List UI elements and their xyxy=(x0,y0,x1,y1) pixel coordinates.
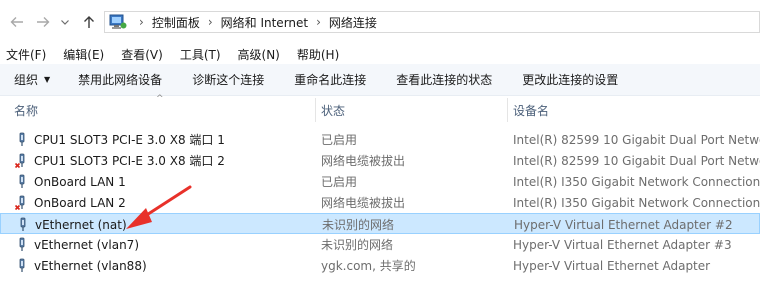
menu-file[interactable]: 文件(F) xyxy=(6,46,46,63)
connection-row[interactable]: vEthernet (vlan88) ygk.com, 共享的 Hyper-V Vi… xyxy=(0,255,760,276)
connection-device-name: Hyper-V Virtual Ethernet Adapter xyxy=(513,258,711,273)
connection-device-name: Hyper-V Virtual Ethernet Adapter #2 xyxy=(514,217,733,232)
connection-status: 已启用 xyxy=(321,133,358,147)
connection-list: CPU1 SLOT3 PCI-E 3.0 X8 端口 1 已启用 Intel(R) … xyxy=(0,129,760,276)
address-bar[interactable]: › 控制面板 › 网络和 Internet › 网络连接 xyxy=(104,11,760,33)
connection-device-name: Intel(R) 82599 10 Gigabit Dual Port Netw… xyxy=(513,153,760,168)
up-arrow-icon[interactable] xyxy=(78,11,100,33)
rename-connection-button[interactable]: 重命名此连接 xyxy=(294,71,366,88)
organize-label: 组织 xyxy=(14,73,39,87)
connection-status: 网络电缆被拔出 xyxy=(321,196,406,210)
network-adapter-icon xyxy=(14,132,30,148)
connection-device-name: Hyper-V Virtual Ethernet Adapter #3 xyxy=(513,237,732,252)
network-adapter-icon xyxy=(14,237,30,253)
connection-name: vEthernet (vlan88) xyxy=(34,258,147,273)
sort-ascending-icon: ^ xyxy=(156,94,164,104)
connection-name-cell: vEthernet (nat) xyxy=(15,214,315,235)
breadcrumb-network-internet[interactable]: 网络和 Internet xyxy=(221,14,308,31)
connection-device-name: Intel(R) I350 Gigabit Network Connection xyxy=(513,195,760,210)
menu-view[interactable]: 查看(V) xyxy=(121,46,163,63)
diagnose-connection-button[interactable]: 诊断这个连接 xyxy=(192,71,264,88)
connection-name: OnBoard LAN 2 xyxy=(34,195,126,210)
breadcrumb-control-panel[interactable]: 控制面板 xyxy=(152,14,200,31)
menu-edit[interactable]: 编辑(E) xyxy=(63,46,104,63)
menu-bar: 文件(F) 编辑(E) 查看(V) 工具(T) 高级(N) 帮助(H) xyxy=(0,44,760,64)
connection-name-cell: vEthernet (vlan7) xyxy=(14,234,314,255)
connection-name: vEthernet (vlan7) xyxy=(34,237,139,252)
column-header-device[interactable]: 设备名 xyxy=(513,96,549,124)
connection-status: 未识别的网络 xyxy=(322,218,395,232)
back-arrow-icon[interactable] xyxy=(6,11,28,33)
connection-row[interactable]: vEthernet (vlan7) 未识别的网络 Hyper-V Virtual E… xyxy=(0,234,760,255)
connection-name: CPU1 SLOT3 PCI-E 3.0 X8 端口 2 xyxy=(34,154,225,168)
connection-status: 未识别的网络 xyxy=(321,238,394,252)
network-adapter-icon xyxy=(15,217,31,233)
change-settings-button[interactable]: 更改此连接的设置 xyxy=(522,71,618,88)
column-headers: ^ 名称 状态 设备名 xyxy=(0,94,760,124)
connection-name: vEthernet (nat) xyxy=(35,217,127,232)
column-header-name[interactable]: 名称 xyxy=(14,96,38,124)
menu-advanced[interactable]: 高级(N) xyxy=(238,46,280,63)
connection-name-cell: CPU1 SLOT3 PCI-E 3.0 X8 端口 2 xyxy=(14,150,314,171)
disconnected-network-adapter-icon xyxy=(14,195,30,211)
connection-device-name: Intel(R) I350 Gigabit Network Connection… xyxy=(513,174,760,189)
connection-name-cell: OnBoard LAN 1 xyxy=(14,171,314,192)
breadcrumb-separator-icon: › xyxy=(207,15,213,29)
connection-row[interactable]: OnBoard LAN 2 网络电缆被拔出 Intel(R) I350 Gigabi… xyxy=(0,192,760,213)
chevron-down-icon: ▼ xyxy=(44,75,51,84)
disable-device-button[interactable]: 禁用此网络设备 xyxy=(78,71,162,88)
breadcrumb-separator-icon: › xyxy=(316,15,321,29)
network-adapter-icon xyxy=(14,258,30,274)
recent-locations-chevron-icon[interactable] xyxy=(58,11,72,33)
menu-tools[interactable]: 工具(T) xyxy=(180,46,221,63)
column-divider[interactable] xyxy=(507,98,508,122)
menu-help[interactable]: 帮助(H) xyxy=(297,46,339,63)
connection-status: 已启用 xyxy=(321,175,358,189)
control-panel-icon xyxy=(109,14,127,30)
connection-name: OnBoard LAN 1 xyxy=(34,174,126,189)
column-divider[interactable] xyxy=(315,98,316,122)
connection-row[interactable]: vEthernet (nat) 未识别的网络 Hyper-V Virtual Eth… xyxy=(0,213,760,234)
connection-row[interactable]: OnBoard LAN 1 已启用 Intel(R) I350 Gigabit Ne… xyxy=(0,171,760,192)
network-adapter-icon xyxy=(14,174,30,190)
connection-status: ygk.com, 共享的 xyxy=(321,259,416,273)
connection-device-name: Intel(R) 82599 10 Gigabit Dual Port Netw… xyxy=(513,132,760,147)
connection-status: 网络电缆被拔出 xyxy=(321,154,406,168)
connection-name: CPU1 SLOT3 PCI-E 3.0 X8 端口 1 xyxy=(34,133,225,147)
navigation-bar: › 控制面板 › 网络和 Internet › 网络连接 xyxy=(0,0,760,44)
command-bar: 组织 ▼ 禁用此网络设备 诊断这个连接 重命名此连接 查看此连接的状态 更改此连… xyxy=(0,64,760,96)
connection-name-cell: CPU1 SLOT3 PCI-E 3.0 X8 端口 1 xyxy=(14,129,314,150)
disconnected-network-adapter-icon xyxy=(14,153,30,169)
organize-button[interactable]: 组织 ▼ xyxy=(14,71,50,88)
connection-row[interactable]: CPU1 SLOT3 PCI-E 3.0 X8 端口 1 已启用 Intel(R) … xyxy=(0,129,760,150)
connection-name-cell: OnBoard LAN 2 xyxy=(14,192,314,213)
forward-arrow-icon[interactable] xyxy=(32,11,54,33)
connection-name-cell: vEthernet (vlan88) xyxy=(14,255,314,276)
view-status-button[interactable]: 查看此连接的状态 xyxy=(396,71,492,88)
column-header-status[interactable]: 状态 xyxy=(321,96,345,124)
breadcrumb-separator-icon: › xyxy=(139,15,144,29)
breadcrumb-network-connections[interactable]: 网络连接 xyxy=(329,14,377,31)
connection-row[interactable]: CPU1 SLOT3 PCI-E 3.0 X8 端口 2 网络电缆被拔出 Intel… xyxy=(0,150,760,171)
